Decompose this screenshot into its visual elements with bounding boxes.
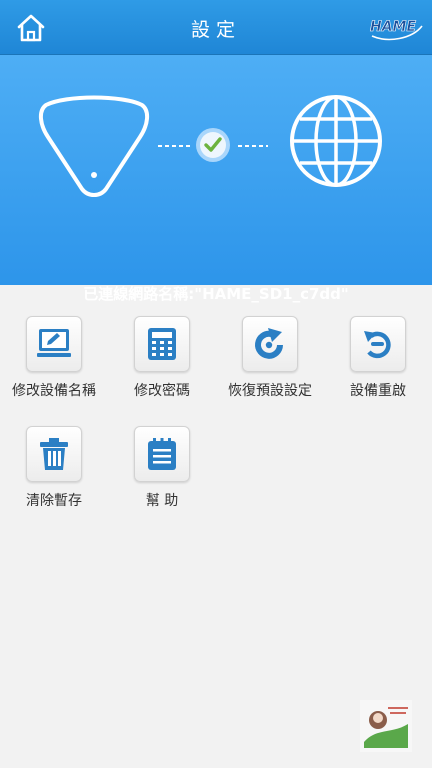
connected-network-label: 已連線網路名稱:"HAME_SD1_c7dd" <box>83 285 349 303</box>
logo-text: HAME <box>370 19 416 35</box>
clear-cache-tile[interactable]: 清除暫存 <box>0 426 108 510</box>
edit-monitor-icon <box>37 329 71 357</box>
restart-device-label: 設備重啟 <box>350 383 406 399</box>
clear-cache-button[interactable] <box>26 426 82 482</box>
restart-device-button[interactable] <box>350 316 406 372</box>
reset-arrow-icon <box>255 328 283 359</box>
factory-reset-button[interactable] <box>242 316 298 372</box>
restart-device-tile[interactable]: 設備重啟 <box>324 316 432 400</box>
globe-icon <box>290 95 382 187</box>
change-password-label: 修改密碼 <box>134 383 190 399</box>
clear-cache-label: 清除暫存 <box>26 493 82 509</box>
factory-reset-label: 恢復預設設定 <box>228 383 312 399</box>
device-icon <box>39 95 149 197</box>
link-line-left <box>158 145 190 147</box>
link-line-right <box>238 145 268 147</box>
rename-device-button[interactable] <box>26 316 82 372</box>
hame-logo: HAME <box>370 19 423 41</box>
rename-device-label: 修改設備名稱 <box>12 383 96 399</box>
notepad-help-icon <box>148 438 176 470</box>
rename-device-tile[interactable]: 修改設備名稱 <box>0 316 108 400</box>
help-tile[interactable]: 幫 助 <box>108 426 216 510</box>
trash-icon <box>40 438 68 470</box>
change-password-button[interactable] <box>134 316 190 372</box>
connection-status-panel: 已連線網路名稱:"HAME_SD1_c7dd" <box>0 55 432 303</box>
watermark-stamp <box>360 700 412 752</box>
restart-icon <box>364 331 391 359</box>
help-label: 幫 助 <box>145 493 179 509</box>
calculator-keypad-icon <box>148 328 176 360</box>
help-button[interactable] <box>134 426 190 482</box>
change-password-tile[interactable]: 修改密碼 <box>108 316 216 400</box>
factory-reset-tile[interactable]: 恢復預設設定 <box>216 316 324 400</box>
top-bar: 設定 HAME <box>0 0 432 55</box>
check-icon <box>196 128 230 162</box>
